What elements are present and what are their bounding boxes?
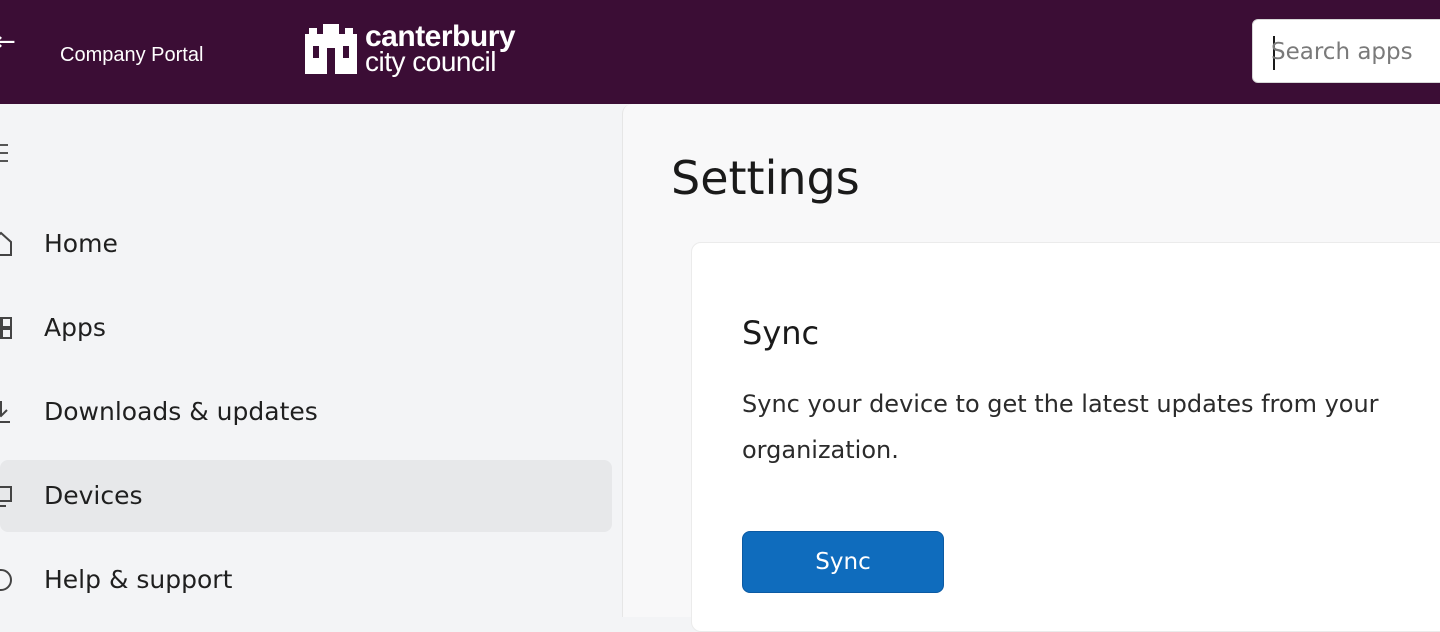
search-box[interactable] [1252,19,1440,83]
download-icon [0,401,10,423]
sidebar-item-label: Devices [44,481,143,510]
organization-logo: canterbury city council [303,22,543,82]
page-title: Settings [671,151,860,205]
home-icon [0,231,12,256]
sidebar-item-label: Help & support [44,565,233,594]
card-title: Sync [742,314,820,352]
main-content: Settings Sync Sync your device to get th… [622,104,1440,632]
search-input[interactable] [1271,35,1440,69]
sidebar-item-label: Downloads & updates [44,397,318,426]
help-icon [0,569,12,591]
sidebar: Home Apps Downloads & updates Devices He… [0,104,622,617]
sync-button[interactable]: Sync [742,531,944,593]
sidebar-item-devices[interactable]: Devices [0,460,612,532]
device-icon [0,486,12,507]
sidebar-item-downloads[interactable]: Downloads & updates [0,376,612,448]
apps-icon [0,317,12,339]
title-bar: ← Company Portal canterbury city council [0,0,1440,104]
sidebar-item-label: Home [44,229,118,258]
back-arrow-icon[interactable]: ← [0,22,16,62]
hamburger-icon[interactable] [0,144,10,166]
sidebar-item-help[interactable]: Help & support [0,544,612,616]
logo-subtitle: city council [365,46,496,77]
cathedral-logo-icon [305,24,357,74]
sidebar-item-label: Apps [44,313,106,342]
card-description: Sync your device to get the latest updat… [742,390,1379,464]
app-title: Company Portal [60,44,204,66]
sidebar-item-apps[interactable]: Apps [0,292,612,364]
sidebar-item-home[interactable]: Home [0,208,612,280]
sync-card: Sync Sync your device to get the latest … [691,242,1440,632]
